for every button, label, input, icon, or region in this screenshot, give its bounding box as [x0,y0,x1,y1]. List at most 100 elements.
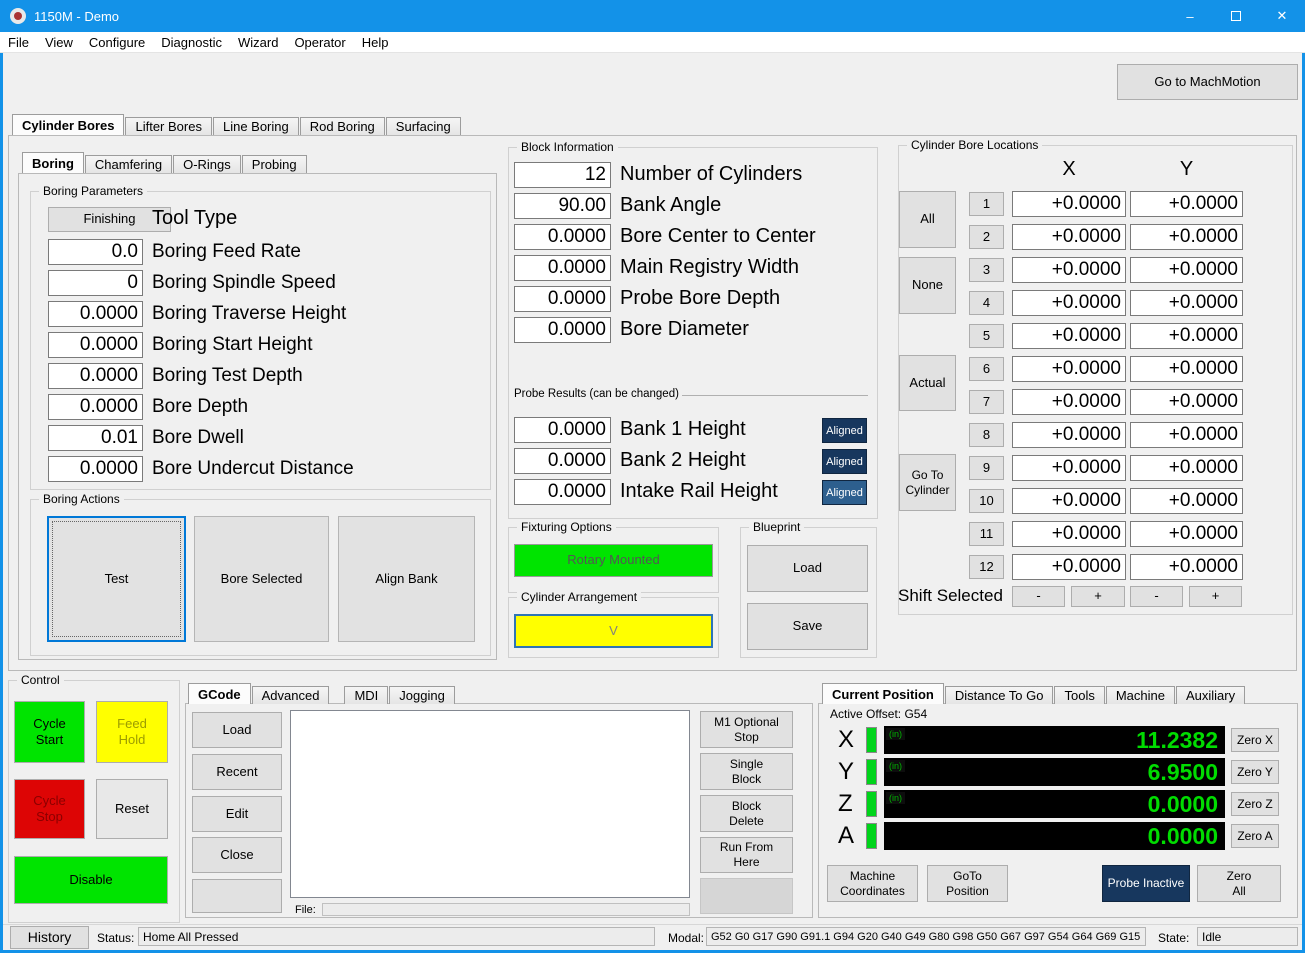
tab-boring[interactable]: Boring [22,152,84,173]
tab-machine[interactable]: Machine [1105,686,1175,704]
gcode-load-button[interactable]: Load [192,712,282,748]
close-button[interactable]: ✕ [1259,0,1305,32]
bore-5-x-field[interactable] [1012,323,1126,349]
bore-11-y-field[interactable] [1130,521,1243,547]
menu-wizard[interactable]: Wizard [230,35,286,50]
tab-line-boring[interactable]: Line Boring [212,117,299,135]
feed-hold-button[interactable]: Feed Hold [96,701,168,763]
test-button[interactable]: Test [47,516,186,642]
zero-z-button[interactable]: Zero Z [1231,792,1279,816]
bore-row-10-button[interactable]: 10 [969,489,1004,513]
menu-operator[interactable]: Operator [286,35,353,50]
bank-angle-field[interactable] [514,193,611,219]
bore-dwell-field[interactable] [48,425,143,451]
menu-file[interactable]: File [0,35,37,50]
zero-y-button[interactable]: Zero Y [1231,760,1279,784]
probe-bore-depth-field[interactable] [514,286,611,312]
select-none-button[interactable]: None [899,257,956,314]
bore-8-x-field[interactable] [1012,422,1126,448]
menu-configure[interactable]: Configure [81,35,153,50]
bore-3-y-field[interactable] [1130,257,1243,283]
bore-row-2-button[interactable]: 2 [969,225,1004,249]
blueprint-save-button[interactable]: Save [747,603,868,650]
bank1-height-field[interactable] [514,417,611,443]
disable-button[interactable]: Disable [14,856,168,904]
bore-2-x-field[interactable] [1012,224,1126,250]
number-of-cylinders-field[interactable] [514,162,611,188]
tab-tools[interactable]: Tools [1054,686,1105,704]
bore-7-x-field[interactable] [1012,389,1126,415]
tab-chamfering[interactable]: Chamfering [84,155,173,173]
shift-x-minus-button[interactable]: - [1012,586,1065,607]
gcode-listing[interactable] [290,710,690,898]
bank1-aligned-button[interactable]: Aligned [822,418,867,443]
boring-spindle-speed-field[interactable] [48,270,143,296]
bore-row-5-button[interactable]: 5 [969,324,1004,348]
boring-start-height-field[interactable] [48,332,143,358]
shift-x-plus-button[interactable]: + [1071,586,1125,607]
single-block-button[interactable]: Single Block [700,753,793,790]
boring-traverse-height-field[interactable] [48,301,143,327]
rotary-mounted-button[interactable]: Rotary Mounted [514,544,713,577]
tab-mdi[interactable]: MDI [344,686,389,704]
bore-6-y-field[interactable] [1130,356,1243,382]
bore-undercut-distance-field[interactable] [48,456,143,482]
select-all-button[interactable]: All [899,191,956,248]
bore-2-y-field[interactable] [1130,224,1243,250]
bank2-height-field[interactable] [514,448,611,474]
tab-current-position[interactable]: Current Position [822,683,944,704]
bore-11-x-field[interactable] [1012,521,1126,547]
zero-a-button[interactable]: Zero A [1231,824,1279,848]
tab-jogging[interactable]: Jogging [389,686,455,704]
gcode-blank-button[interactable] [192,879,282,913]
bore-1-x-field[interactable] [1012,191,1126,217]
bore-row-3-button[interactable]: 3 [969,258,1004,282]
history-button[interactable]: History [10,926,89,949]
bore-10-y-field[interactable] [1130,488,1243,514]
bore-12-x-field[interactable] [1012,554,1126,580]
boring-feed-rate-field[interactable] [48,239,143,265]
machine-coordinates-button[interactable]: Machine Coordinates [827,865,918,902]
bore-4-y-field[interactable] [1130,290,1243,316]
gcode-close-button[interactable]: Close [192,837,282,873]
reset-button[interactable]: Reset [96,779,168,839]
tab-distance-to-go[interactable]: Distance To Go [944,686,1054,704]
bore-row-9-button[interactable]: 9 [969,456,1004,480]
menu-diagnostic[interactable]: Diagnostic [153,35,230,50]
bore-depth-field[interactable] [48,394,143,420]
zero-all-button[interactable]: Zero All [1197,865,1281,902]
shift-y-minus-button[interactable]: - [1130,586,1183,607]
menu-view[interactable]: View [37,35,81,50]
bore-row-4-button[interactable]: 4 [969,291,1004,315]
bore-row-8-button[interactable]: 8 [969,423,1004,447]
shift-y-plus-button[interactable]: + [1189,586,1242,607]
cylinder-arrangement-button[interactable]: V [514,614,713,648]
bore-center-to-center-field[interactable] [514,224,611,250]
zero-x-button[interactable]: Zero X [1231,728,1279,752]
tab-rod-boring[interactable]: Rod Boring [299,117,385,135]
intake-rail-height-field[interactable] [514,479,611,505]
bore-4-x-field[interactable] [1012,290,1126,316]
gcode-right-blank-button[interactable] [700,878,793,914]
blueprint-load-button[interactable]: Load [747,545,868,592]
boring-test-depth-field[interactable] [48,363,143,389]
intake-rail-aligned-button[interactable]: Aligned [822,480,867,505]
actual-button[interactable]: Actual [899,355,956,411]
align-bank-button[interactable]: Align Bank [338,516,475,642]
gcode-recent-button[interactable]: Recent [192,754,282,790]
probe-inactive-button[interactable]: Probe Inactive [1102,865,1190,902]
tab-advanced[interactable]: Advanced [251,686,330,704]
goto-machmotion-button[interactable]: Go to MachMotion [1117,64,1298,100]
run-from-here-button[interactable]: Run From Here [700,837,793,873]
tab-gcode[interactable]: GCode [188,683,251,704]
bore-diameter-field[interactable] [514,317,611,343]
bore-1-y-field[interactable] [1130,191,1243,217]
tab-lifter-bores[interactable]: Lifter Bores [125,117,212,135]
gcode-edit-button[interactable]: Edit [192,796,282,832]
bore-8-y-field[interactable] [1130,422,1243,448]
m1-optional-stop-button[interactable]: M1 Optional Stop [700,711,793,748]
tab-probing[interactable]: Probing [241,155,307,173]
bore-3-x-field[interactable] [1012,257,1126,283]
maximize-button[interactable] [1213,0,1259,32]
bore-10-x-field[interactable] [1012,488,1126,514]
